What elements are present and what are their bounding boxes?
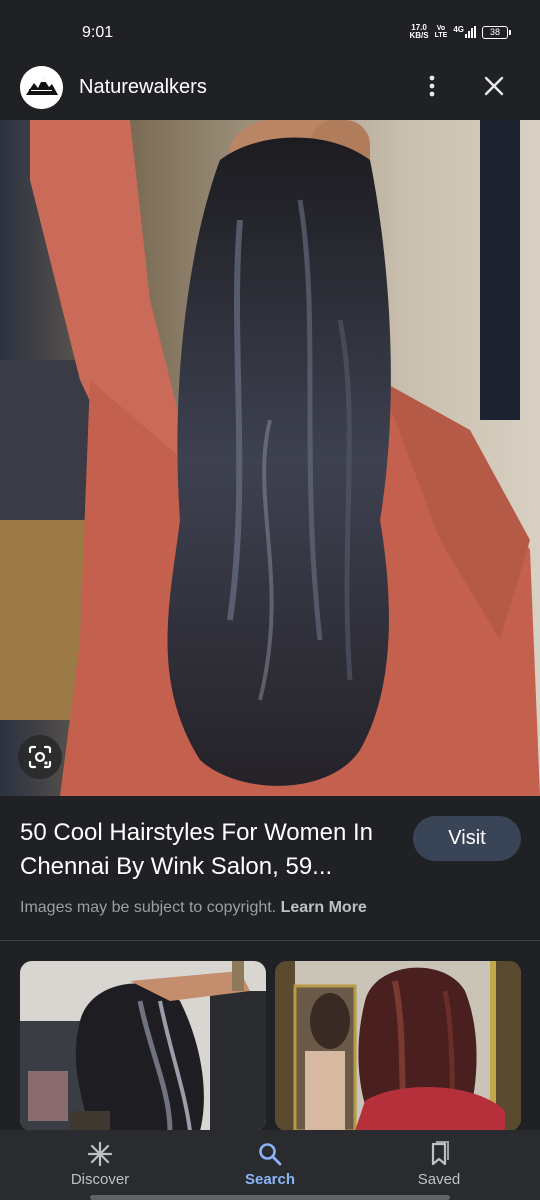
status-time: 9:01 — [82, 24, 114, 41]
signal-indicator: 4G — [453, 26, 476, 38]
status-icons: 17.0 KB/S Vo LTE 4G 38 — [410, 24, 511, 40]
image-title[interactable]: 50 Cool Hairstyles For Women In Chennai … — [20, 816, 400, 884]
related-image[interactable] — [20, 961, 266, 1131]
lens-camera-icon[interactable] — [18, 735, 62, 779]
main-image[interactable] — [0, 120, 540, 796]
network-type: 4G — [453, 25, 464, 34]
volte-indicator: Vo LTE — [435, 25, 448, 39]
status-bar: 9:01 17.0 KB/S Vo LTE 4G 38 — [0, 0, 540, 60]
image-caption: 50 Cool Hairstyles For Women In Chennai … — [0, 796, 540, 941]
nav-label-saved: Saved — [417, 1171, 461, 1188]
learn-more-link[interactable]: Learn More — [281, 899, 367, 916]
nav-label-discover: Discover — [70, 1171, 130, 1188]
volte-top: Vo — [436, 25, 446, 32]
visit-button[interactable]: Visit — [413, 816, 521, 861]
network-speed-unit: KB/S — [409, 31, 429, 40]
battery-level: 38 — [489, 26, 500, 37]
site-name[interactable]: Naturewalkers — [79, 76, 207, 99]
close-icon[interactable] — [478, 70, 510, 102]
discover-icon — [87, 1141, 113, 1167]
related-images — [0, 961, 540, 1131]
copyright-notice: Images may be subject to copyright. Lear… — [20, 899, 367, 917]
network-speed: 17.0 KB/S — [410, 24, 429, 40]
nav-item-search[interactable]: Search — [200, 1130, 340, 1200]
mountain-logo-icon[interactable] — [20, 66, 63, 109]
more-vert-icon[interactable] — [416, 70, 448, 102]
volte-bottom: LTE — [434, 32, 448, 39]
copyright-text: Images may be subject to copyright. — [20, 899, 277, 916]
home-indicator[interactable] — [90, 1195, 450, 1200]
search-icon — [259, 1143, 282, 1166]
bottom-navigation: Discover Search Saved — [0, 1130, 540, 1200]
related-image[interactable] — [275, 961, 521, 1131]
saved-icon — [431, 1141, 449, 1166]
battery-icon: 38 — [482, 25, 511, 39]
signal-bars-icon — [465, 26, 476, 38]
nav-label-search: Search — [244, 1171, 296, 1188]
nav-item-discover[interactable]: Discover — [30, 1130, 170, 1200]
image-viewer-page: 9:01 17.0 KB/S Vo LTE 4G 38 Naturewalker… — [0, 0, 540, 1200]
source-header: Naturewalkers — [0, 60, 540, 120]
nav-item-saved[interactable]: Saved — [369, 1130, 509, 1200]
